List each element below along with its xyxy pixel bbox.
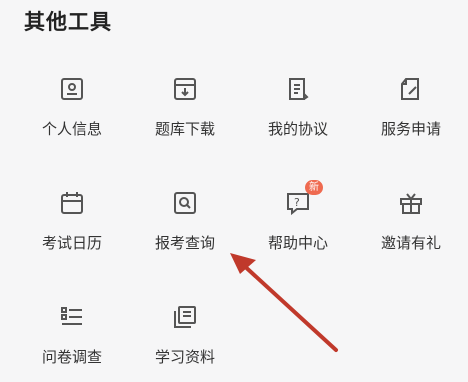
tool-question-bank-download[interactable]: 题库下载 bbox=[127, 74, 243, 154]
new-badge: 新 bbox=[305, 180, 323, 195]
tool-label: 报考查询 bbox=[154, 234, 215, 252]
document-icon bbox=[283, 74, 313, 104]
tool-registration-query[interactable]: 报考查询 bbox=[127, 188, 243, 268]
tool-label: 问卷调查 bbox=[41, 348, 102, 366]
tool-exam-calendar[interactable]: 考试日历 bbox=[14, 188, 130, 268]
tool-label: 帮助中心 bbox=[267, 234, 328, 252]
tool-label: 我的协议 bbox=[267, 120, 328, 138]
tool-label: 学习资料 bbox=[154, 348, 215, 366]
tool-service-application[interactable]: 服务申请 bbox=[353, 74, 468, 154]
id-card-icon bbox=[57, 74, 87, 104]
tool-label: 考试日历 bbox=[41, 234, 102, 252]
help-chat-icon: ? 新 bbox=[283, 180, 323, 218]
tool-study-materials[interactable]: 学习资料 bbox=[127, 302, 243, 382]
tool-personal-info[interactable]: 个人信息 bbox=[14, 74, 130, 154]
calendar-icon bbox=[57, 188, 87, 218]
tool-label: 题库下载 bbox=[154, 120, 215, 138]
tool-label: 个人信息 bbox=[41, 120, 102, 138]
gift-icon bbox=[396, 188, 426, 218]
tool-help-center[interactable]: ? 新 帮助中心 bbox=[240, 180, 356, 268]
edit-file-icon bbox=[396, 74, 426, 104]
copy-icon bbox=[170, 302, 200, 332]
svg-text:?: ? bbox=[294, 196, 300, 209]
tool-label: 服务申请 bbox=[380, 120, 441, 138]
tool-questionnaire[interactable]: 问卷调查 bbox=[14, 302, 130, 382]
section-title: 其他工具 bbox=[24, 10, 112, 34]
tool-label: 邀请有礼 bbox=[380, 234, 441, 252]
tool-invite-gifts[interactable]: 邀请有礼 bbox=[353, 188, 468, 268]
search-doc-icon bbox=[170, 188, 200, 218]
download-box-icon bbox=[170, 74, 200, 104]
tool-my-agreements[interactable]: 我的协议 bbox=[240, 74, 356, 154]
list-icon bbox=[57, 302, 87, 332]
